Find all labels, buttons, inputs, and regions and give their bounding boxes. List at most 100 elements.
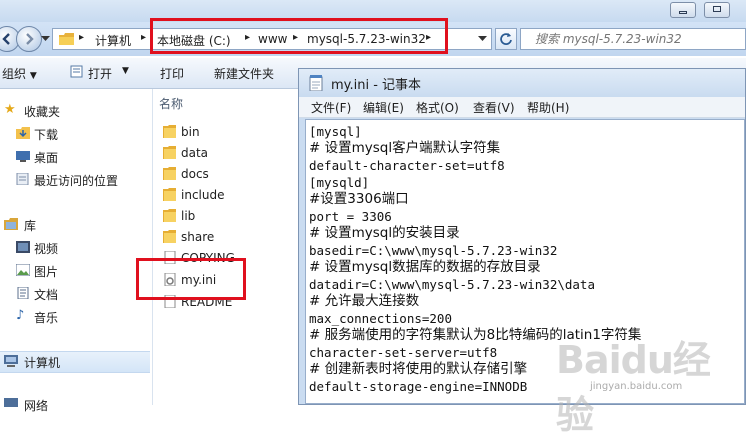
folder-icon (163, 230, 176, 243)
folder-icon (163, 146, 176, 159)
refresh-icon (500, 33, 512, 45)
sidebar-item-label: 下载 (34, 128, 59, 142)
folder-icon (163, 167, 176, 180)
minimize-button[interactable] (670, 2, 696, 18)
maximize-icon (713, 6, 721, 12)
my-ini-highlight-box (136, 258, 246, 300)
sidebar-item-label: 收藏夹 (24, 105, 61, 119)
search-input[interactable] (535, 30, 735, 48)
breadcrumb-computer[interactable]: 计算机 (95, 32, 131, 49)
file-name: lib (181, 209, 196, 223)
text-line: [mysqld] (309, 175, 370, 190)
sidebar-item-videos[interactable]: 视频 (0, 238, 150, 258)
text-line: basedir=C:\www\mysql-5.7.23-win32 (309, 243, 558, 258)
chevron-down-icon: ▼ (122, 66, 129, 76)
open-document-icon (70, 65, 83, 78)
search-box[interactable] (520, 28, 746, 50)
file-name: data (181, 146, 209, 160)
minimize-icon (679, 11, 687, 14)
text-line: # 创建新表时将使用的默认存储引擎 (309, 361, 528, 377)
organize-button[interactable]: 组织 ▼ (2, 65, 37, 82)
text-line: # 设置mysql数据库的数据的存放目录 (309, 259, 541, 275)
file-name: share (181, 230, 215, 244)
recent-pages-dropdown-icon[interactable] (41, 36, 50, 42)
menu-format[interactable]: 格式(O) (416, 99, 459, 116)
notepad-title: my.ini - 记事本 (331, 78, 422, 93)
menu-edit[interactable]: 编辑(E) (363, 99, 404, 116)
sidebar-item-network[interactable]: 网络 (0, 395, 150, 415)
file-item-data[interactable]: data (161, 143, 293, 163)
folder-icon (163, 209, 176, 222)
file-item-share[interactable]: share (161, 227, 293, 247)
sidebar-item-pictures[interactable]: 图片 (0, 261, 150, 281)
column-header-name[interactable]: 名称 (159, 95, 183, 112)
sidebar-item-music[interactable]: ♪ 音乐 (0, 307, 150, 327)
file-name: bin (181, 125, 200, 139)
address-highlight-box (150, 18, 448, 54)
new-folder-button[interactable]: 新建文件夹 (214, 65, 274, 82)
text-line: default-storage-engine=INNODB (309, 379, 528, 394)
breadcrumb-separator: ▸ (141, 32, 147, 43)
sidebar-item-label: 图片 (34, 265, 59, 279)
text-line: port = 3306 (309, 209, 392, 224)
file-name: docs (181, 167, 209, 181)
sidebar-item-libraries[interactable]: 库 (0, 215, 150, 235)
sidebar-item-downloads[interactable]: 下载 (0, 124, 150, 144)
file-list: 名称 bin data docs include lib share COPYI… (153, 89, 298, 405)
organize-label: 组织 (2, 67, 27, 81)
baidu-watermark: Baidu经验 jingyan.baidu.com (548, 323, 746, 437)
text-line: # 设置mysql客户端默认字符集 (309, 140, 501, 156)
file-item-docs[interactable]: docs (161, 164, 293, 184)
network-icon (4, 398, 18, 410)
sidebar-item-label: 视频 (34, 242, 59, 256)
music-note-icon: ♪ (16, 308, 25, 323)
menu-help[interactable]: 帮助(H) (527, 99, 569, 116)
forward-button[interactable] (16, 26, 42, 52)
open-label: 打开 (88, 67, 113, 81)
sidebar-item-desktop[interactable]: 桌面 (0, 147, 150, 167)
file-item-bin[interactable]: bin (161, 122, 293, 142)
computer-icon (4, 355, 18, 367)
text-line: [mysql] (309, 124, 362, 139)
folder-icon (59, 33, 74, 45)
chevron-down-icon: ▼ (29, 71, 37, 81)
notepad-titlebar: my.ini - 记事本 (299, 69, 745, 97)
notepad-menubar: 文件(F) 编辑(E) 格式(O) 查看(V) 帮助(H) (299, 97, 745, 118)
print-button[interactable]: 打印 (160, 65, 184, 82)
sidebar-item-recent-places[interactable]: 最近访问的位置 (0, 170, 150, 190)
document-library-icon (16, 286, 30, 300)
text-line: character-set-server=utf8 (309, 345, 498, 360)
sidebar-item-label: 计算机 (24, 356, 61, 370)
video-library-icon (16, 241, 30, 253)
menu-file[interactable]: 文件(F) (311, 99, 351, 116)
text-line: # 设置mysql的安装目录 (309, 225, 460, 241)
text-line: #设置3306端口 (309, 191, 409, 207)
file-item-lib[interactable]: lib (161, 206, 293, 226)
sidebar-item-label: 库 (24, 219, 37, 233)
sidebar-item-label: 最近访问的位置 (34, 174, 119, 188)
text-line: datadir=C:\www\mysql-5.7.23-win32\data (309, 277, 595, 292)
refresh-button[interactable] (495, 28, 517, 50)
picture-library-icon (15, 263, 31, 277)
sidebar-item-label: 音乐 (34, 311, 59, 325)
folder-icon (163, 125, 176, 138)
sidebar-item-label: 桌面 (34, 151, 59, 165)
folder-icon (163, 188, 176, 201)
back-arrow-icon (2, 33, 10, 45)
sidebar-item-computer[interactable]: 计算机 (0, 351, 150, 373)
watermark-url: jingyan.baidu.com (590, 381, 683, 392)
downloads-folder-icon (16, 127, 30, 139)
sidebar-item-label: 文档 (34, 288, 59, 302)
maximize-button[interactable] (704, 2, 730, 18)
navigation-pane: ★ 收藏夹 下载 桌面 最近访问的位置 库 视频 图片 文档 ♪ 音乐 计算机 … (0, 89, 153, 413)
forward-arrow-icon (26, 33, 34, 45)
file-item-include[interactable]: include (161, 185, 293, 205)
menu-view[interactable]: 查看(V) (473, 99, 515, 116)
text-line: # 允许最大连接数 (309, 293, 420, 309)
sidebar-item-label: 网络 (24, 399, 49, 413)
sidebar-item-documents[interactable]: 文档 (0, 284, 150, 304)
address-dropdown-icon[interactable] (478, 36, 487, 42)
star-icon: ★ (4, 102, 16, 117)
sidebar-item-favorites[interactable]: ★ 收藏夹 (0, 101, 150, 121)
file-name: include (181, 188, 225, 202)
